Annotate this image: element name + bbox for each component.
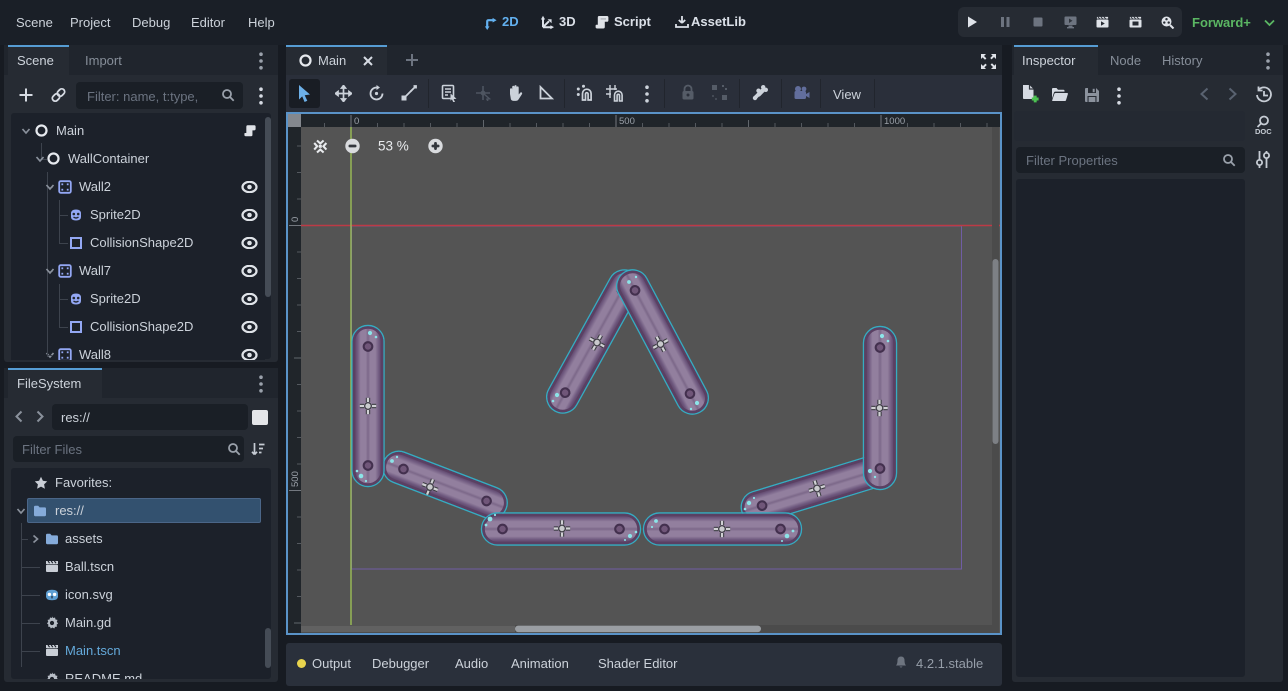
svg-text:DOC: DOC	[1255, 127, 1272, 136]
svg-text:1000: 1000	[884, 116, 905, 127]
svg-text:500: 500	[619, 116, 635, 127]
svg-text:0: 0	[290, 217, 301, 222]
svg-text:0: 0	[354, 116, 359, 127]
svg-text:500: 500	[290, 471, 301, 487]
